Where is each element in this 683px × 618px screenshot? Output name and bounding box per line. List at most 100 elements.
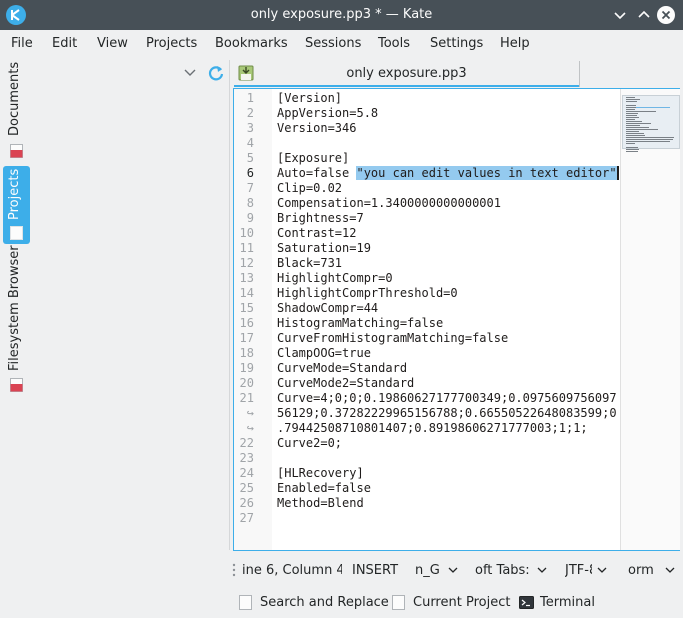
code-line[interactable]: [Exposure] [277,151,349,165]
line-number: 5 [246,151,254,165]
chevron-down-icon[interactable] [665,566,675,574]
line-number: 27 [239,511,254,525]
minimap-line [626,147,638,148]
code-line[interactable]: Black=731 [277,256,342,270]
line-number: 14 [239,286,254,300]
toolview-search-replace[interactable]: Search and Replace [239,594,389,612]
reload-icon[interactable] [207,64,225,82]
line-number: 13 [239,271,254,285]
maximize-button[interactable] [634,5,654,25]
code-line[interactable]: Enabled=false [277,481,371,495]
minimap-line [626,123,651,124]
line-number: 25 [239,481,254,495]
line-number: 18 [239,346,254,360]
line-number: 16 [239,316,254,330]
minimize-button[interactable] [610,5,630,25]
code-line[interactable]: [HLRecovery] [277,466,364,480]
code-line[interactable]: CurveMode2=Standard [277,376,414,390]
code-line[interactable]: Contrast=12 [277,226,356,240]
line-number: 10 [239,226,254,240]
menu-tools[interactable]: Tools [378,36,410,51]
close-button[interactable] [656,5,676,25]
sidebar-tab-filesystem-browser[interactable]: Filesystem Browser [3,245,30,398]
code-line[interactable]: ClampOOG=true [277,346,371,360]
menu-help[interactable]: Help [500,36,530,51]
toolview-terminal[interactable]: Terminal [519,594,597,612]
chevron-down-icon[interactable] [448,566,458,574]
menu-edit[interactable]: Edit [52,36,77,51]
menu-bookmarks[interactable]: Bookmarks [215,36,288,51]
document-icon [10,144,23,158]
code-line[interactable]: Brightness=7 [277,211,364,225]
minimap-line [626,135,645,136]
code-line-wrapped[interactable]: 56129;0.37282229965156788;0.665505226480… [277,406,617,420]
mode-selector[interactable]: orm [628,563,658,578]
sidebar-tab-projects[interactable]: Projects [3,166,30,244]
input-mode[interactable]: INSERT [352,563,402,578]
menu-view[interactable]: View [97,36,128,51]
line-number: 9 [246,211,254,225]
terminal-icon [519,596,534,609]
code-line[interactable]: Curve2=0; [277,436,342,450]
sidebar-tab-label: Documents [7,61,22,136]
chevron-down-icon[interactable] [183,67,197,79]
selected-text[interactable]: "you can edit values in text editor" [356,166,617,180]
chevron-down-icon[interactable] [537,566,547,574]
sidebar-tab-documents[interactable]: Documents [3,62,30,162]
line-number: 26 [239,496,254,510]
code-line[interactable]: Compensation=1.3400000000000001 [277,196,501,210]
menu-settings[interactable]: Settings [430,36,483,51]
document-tab[interactable]: only exposure.pp3 [234,61,580,87]
dictionary-selector[interactable]: n_G [415,563,439,578]
code-line[interactable]: AppVersion=5.8 [277,106,378,120]
minimap-line [626,111,656,112]
minimap-line [626,149,639,150]
menu-file[interactable]: File [11,36,33,51]
line-number: 22 [239,436,254,450]
wrap-marker: ↪ [246,421,254,435]
toolview-label: Current Project [413,595,511,610]
minimap-line [626,151,638,152]
minimap-line [626,105,636,106]
minimap-line [626,133,644,134]
code-line[interactable]: HistogramMatching=false [277,316,443,330]
line-number: 21 [239,391,254,405]
minimap-line [626,121,642,122]
code-line[interactable]: CurveFromHistogramMatching=false [277,331,508,345]
cursor-position[interactable]: ine 6, Column 4 [242,563,342,578]
code-line[interactable]: CurveMode=Standard [277,361,407,375]
title-bar: only exposure.pp3 * — Kate [0,0,683,30]
code-line[interactable]: Saturation=19 [277,241,371,255]
code-line[interactable]: Curve=4;0;0;0.19860627177700349;0.097560… [277,391,617,405]
chevron-down-icon[interactable] [597,566,607,574]
indentation-selector[interactable]: oft Tabs: [475,563,533,578]
code-line-wrapped[interactable]: .79442508710801407;0.89198606271777003;1… [277,421,588,435]
toolview-label: Search and Replace [260,595,389,610]
code-line-current[interactable]: Auto=false "you can edit values in text … [277,166,619,180]
line-number: 19 [239,361,254,375]
wrap-marker: ↪ [246,406,254,420]
menu-sessions[interactable]: Sessions [305,36,361,51]
code-line[interactable]: Method=Blend [277,496,364,510]
minimap[interactable] [620,89,680,550]
toolview-current-project[interactable]: Current Project [392,594,510,612]
menu-projects[interactable]: Projects [146,36,197,51]
code-line[interactable]: ShadowCompr=44 [277,301,378,315]
minimap-line [626,119,635,120]
status-bar: ine 6, Column 4 INSERT n_G oft Tabs: JTF… [0,556,683,584]
toolview-label: Terminal [540,595,595,610]
code-line[interactable]: HighlightComprThreshold=0 [277,286,458,300]
code-line[interactable]: HighlightCompr=0 [277,271,393,285]
code-line[interactable]: [Version] [277,91,342,105]
panel-divider[interactable] [229,60,230,550]
line-number: 11 [239,241,254,255]
line-number: 2 [246,106,254,120]
minimap-line [626,117,639,118]
text-editor[interactable]: 1 [Version] 2 AppVersion=5.8 3 Version=3… [233,88,680,551]
code-line[interactable]: Version=346 [277,121,356,135]
code-line[interactable]: Clip=0.02 [277,181,342,195]
search-replace-icon [239,595,252,610]
encoding-selector[interactable]: JTF-8 [565,563,592,578]
folder-icon [10,378,23,392]
minimap-line [626,127,649,128]
